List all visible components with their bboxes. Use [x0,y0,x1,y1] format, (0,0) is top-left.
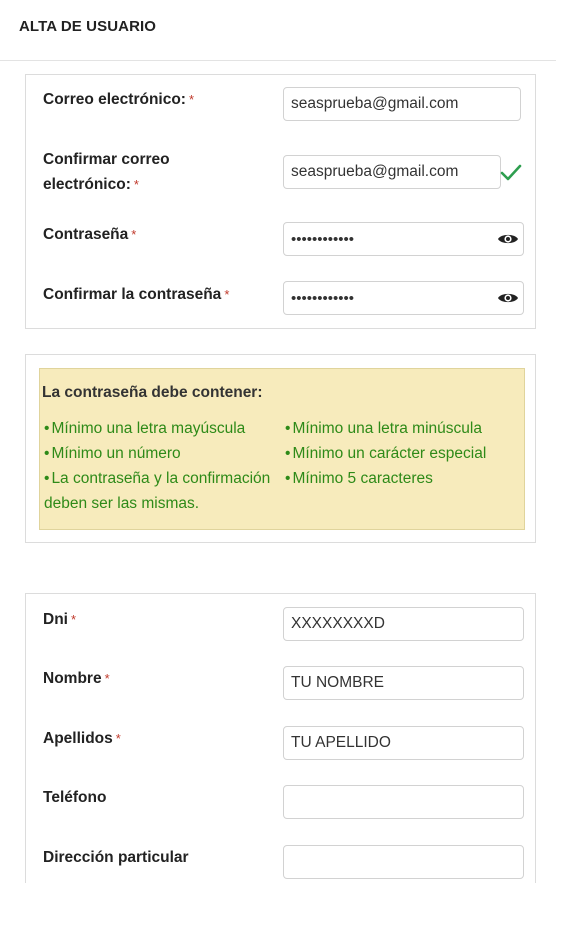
password-input[interactable] [283,222,524,256]
check-icon [500,164,522,181]
name-input[interactable] [283,666,524,700]
required-mark: * [188,92,195,107]
page-title: ALTA DE USUARIO [19,18,157,35]
dni-input[interactable] [283,607,524,641]
rule-text: Mínimo 5 caracteres [292,470,433,487]
rule-text: Mínimo una letra minúscula [292,420,482,437]
phone-input[interactable] [283,785,524,819]
address-input[interactable] [283,845,524,879]
password-rules-panel: La contraseña debe contener: • Mínimo una… [25,354,536,543]
name-label-text: Nombre [43,670,102,687]
rule-match: • La contraseña y la confirmación deben s… [44,466,286,516]
name-label: Nombre * [43,666,233,691]
rule-min-length: • Mínimo 5 caracteres [285,466,433,491]
surname-input[interactable] [283,726,524,760]
password-label-text: Contraseña [43,226,129,243]
rule-number: • Mínimo un número [44,441,181,466]
rule-uppercase: • Mínimo una letra mayúscula [44,416,245,441]
rule-special-char: • Mínimo un carácter especial [285,441,486,466]
confirm-email-input[interactable] [283,155,501,189]
personal-data-panel: Dni* Nombre* Apellidos* Teléfono Direcci… [25,593,536,883]
account-panel: Correo electrónico:* Confirmar correo el… [25,74,536,329]
confirm-password-label: Confirmar la contraseña * [43,282,263,307]
dni-label: Dni * [43,607,233,632]
rule-text: La contraseña y la confirmación [51,470,271,487]
bullet: • [285,445,291,462]
email-input[interactable] [283,87,521,121]
required-mark: * [70,612,77,627]
confirm-password-label-text: Confirmar la contraseña [43,286,222,303]
dni-label-text: Dni [43,611,68,628]
surname-label-text: Apellidos [43,730,113,747]
bullet: • [285,470,291,487]
eye-icon[interactable] [497,230,519,248]
rule-text: Mínimo una letra mayúscula [51,420,246,437]
rule-continuation: deben ser las mismas. [44,495,200,512]
email-label-text: Correo electrónico: [43,91,186,108]
bullet: • [285,420,291,437]
page-header: ALTA DE USUARIO [0,0,556,61]
bullet: • [44,445,50,462]
confirm-email-label-line2: electrónico: [43,176,131,193]
rule-lowercase: • Mínimo una letra minúscula [285,416,482,441]
password-rules-box: La contraseña debe contener: • Mínimo una… [39,368,525,530]
required-mark: * [133,177,139,192]
email-label: Correo electrónico: * [43,87,233,112]
required-mark: * [115,731,121,746]
required-mark: * [224,287,230,302]
required-mark: * [104,671,110,686]
rule-text: Mínimo un número [51,445,181,462]
password-rules-title: La contraseña debe contener: [42,384,263,401]
bullet: • [44,470,50,487]
confirm-password-input[interactable] [283,281,524,315]
required-mark: * [131,227,137,242]
address-label: Dirección particular [43,849,189,866]
rule-text: Mínimo un carácter especial [292,445,487,462]
confirm-email-label-line1: Confirmar correo [43,151,170,168]
confirm-email-label: Confirmar correo electrónico: * [43,147,233,197]
phone-label: Teléfono [43,789,107,806]
surname-label: Apellidos * [43,726,233,751]
bullet: • [44,420,50,437]
eye-icon[interactable] [497,289,519,307]
password-label: Contraseña * [43,222,233,247]
